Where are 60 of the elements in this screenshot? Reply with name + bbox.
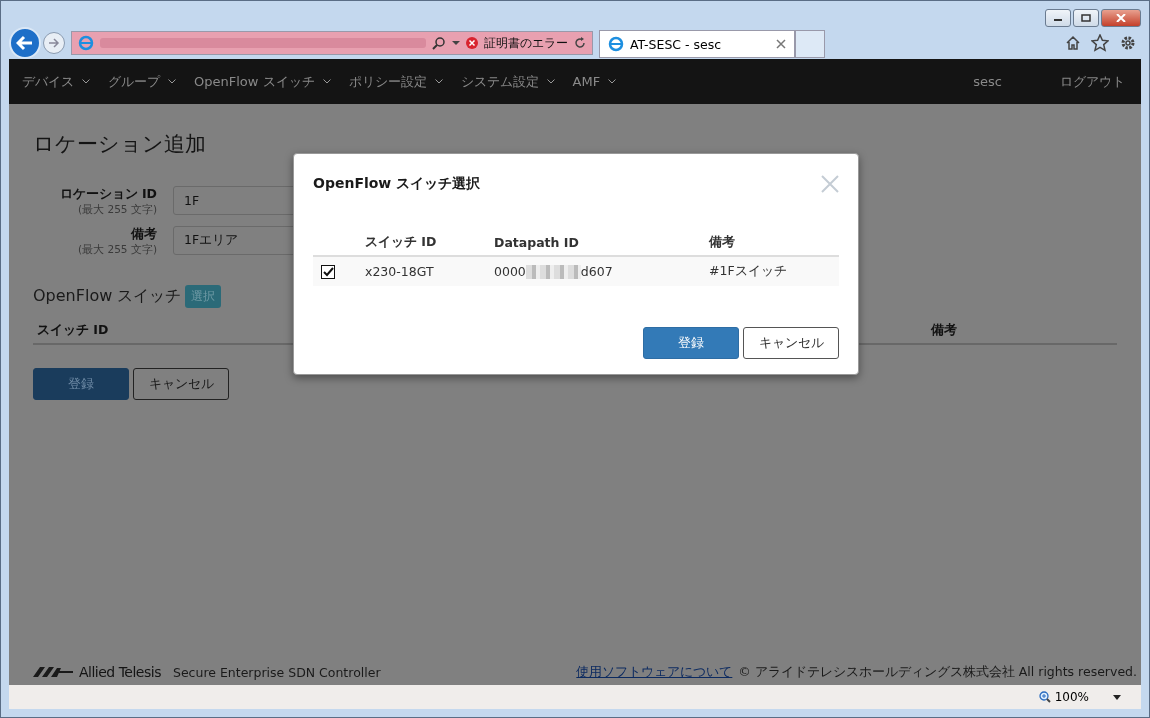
page-title: ロケーション追加	[33, 131, 207, 158]
field-hint: (最大 255 文字)	[78, 243, 157, 257]
settings-icon[interactable]	[1119, 34, 1137, 52]
checkbox[interactable]	[321, 265, 335, 280]
browser-tab[interactable]: AT-SESC - sesc	[599, 30, 795, 58]
nav-menu-item[interactable]: デバイス	[13, 72, 99, 91]
refresh-icon[interactable]	[574, 37, 586, 49]
tab-title: AT-SESC - sesc	[630, 36, 723, 52]
certificate-error-text[interactable]: 証明書のエラー	[484, 34, 568, 52]
column-header: スイッチ ID	[365, 234, 437, 249]
submit-button[interactable]: 登録	[643, 327, 739, 359]
close-icon	[1116, 14, 1126, 22]
back-arrow-icon	[16, 35, 34, 51]
caret-icon[interactable]	[1113, 694, 1121, 700]
cancel-button[interactable]: キャンセル	[743, 327, 839, 359]
forward-arrow-icon	[48, 38, 60, 48]
nav-menu-item[interactable]: OpenFlow スイッチ	[185, 72, 340, 91]
user-name-link[interactable]: sesc	[964, 74, 1011, 89]
column-header: 備考	[931, 322, 957, 339]
nav-menu-item[interactable]: ポリシー設定	[339, 72, 452, 91]
search-icon[interactable]	[432, 36, 446, 50]
browser-logo-icon	[78, 35, 94, 51]
nav-menu-item[interactable]: グループ	[99, 72, 185, 91]
home-icon[interactable]	[1065, 35, 1081, 51]
star-icon[interactable]	[1091, 34, 1109, 52]
maximize-icon	[1081, 14, 1091, 22]
table-cell: x230-18GT	[365, 264, 434, 279]
nav-menu-item[interactable]: システム設定	[451, 72, 564, 91]
close-icon[interactable]	[776, 39, 786, 49]
dialog-title: OpenFlow スイッチ選択	[313, 175, 481, 193]
nav-menu-item[interactable]: AMF	[563, 74, 626, 89]
table-cell: d607	[580, 264, 613, 279]
column-header: 備考	[709, 234, 735, 249]
close-button[interactable]	[1101, 9, 1141, 27]
brand-name: Allied Telesis	[79, 664, 161, 680]
logout-link[interactable]: ログアウト	[1051, 72, 1137, 91]
field-label: 備考	[131, 226, 157, 243]
address-bar[interactable]: 証明書のエラー	[71, 31, 593, 55]
minimize-button[interactable]	[1045, 9, 1071, 27]
browser-logo-icon	[608, 36, 624, 52]
back-button[interactable]	[9, 27, 41, 59]
company-logo-icon	[33, 666, 73, 678]
cancel-button[interactable]: キャンセル	[133, 368, 229, 400]
column-header: Datapath ID	[494, 235, 579, 250]
zoom-icon[interactable]	[1038, 691, 1051, 703]
table-cell: #1Fスイッチ	[709, 263, 787, 278]
submit-button[interactable]: 登録	[33, 368, 129, 400]
column-header: スイッチ ID	[37, 322, 109, 339]
software-info-link[interactable]: 使用ソフトウェアについて	[576, 663, 733, 681]
table-cell: 0000	[494, 264, 526, 279]
copyright-text: © アライドテレシスホールディングス株式会社 All rights reserved.	[738, 663, 1137, 681]
field-hint: (最大 255 文字)	[78, 203, 157, 217]
maximize-button[interactable]	[1073, 9, 1099, 27]
error-icon	[466, 37, 478, 49]
section-title: OpenFlow スイッチ	[33, 286, 182, 307]
field-label: ロケーション ID	[59, 186, 157, 203]
close-icon	[821, 175, 839, 193]
blurred-text	[525, 264, 581, 279]
zoom-level[interactable]: 100%	[1054, 690, 1089, 704]
product-name: Secure Enterprise SDN Controller	[172, 664, 381, 680]
